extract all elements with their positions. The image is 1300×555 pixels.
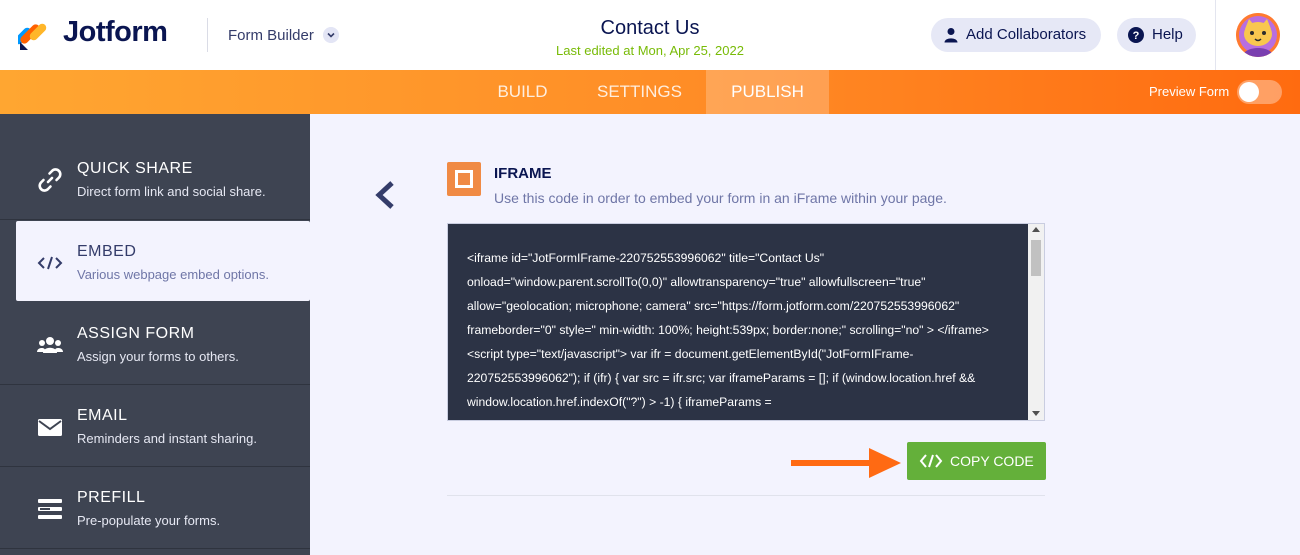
sidebar-item-subtitle: Reminders and instant sharing.	[77, 431, 257, 446]
jotform-logo-icon[interactable]	[18, 20, 50, 52]
chevron-down-icon[interactable]	[323, 27, 339, 43]
question-icon: ?	[1128, 27, 1144, 43]
pointer-arrow-icon	[791, 448, 901, 478]
tab-build[interactable]: BUILD	[472, 70, 573, 114]
users-icon	[37, 337, 63, 353]
add-collaborators-label: Add Collaborators	[966, 26, 1087, 43]
sidebar-item-title: EMAIL	[77, 407, 128, 424]
code-scrollbar[interactable]	[1028, 224, 1044, 420]
last-edited-text: Last edited at Mon, Apr 25, 2022	[556, 43, 744, 58]
form-title: Contact Us	[600, 17, 700, 39]
embed-code-text[interactable]: <iframe id="JotFormIFrame-22075255399606…	[467, 246, 1022, 420]
header-divider	[1215, 0, 1216, 70]
publish-sidebar: QUICK SHARE Direct form link and social …	[0, 114, 310, 555]
avatar[interactable]	[1236, 13, 1280, 57]
code-icon	[919, 454, 943, 468]
user-icon	[944, 28, 958, 43]
add-collaborators-button[interactable]: Add Collaborators	[931, 18, 1101, 52]
code-icon	[37, 256, 63, 270]
preview-form-label: Preview Form	[1149, 84, 1230, 99]
sidebar-item-title: PREFILL	[77, 489, 146, 506]
sidebar-item-subtitle: Assign your forms to others.	[77, 349, 239, 364]
scroll-down-arrow-icon[interactable]	[1032, 411, 1040, 416]
iframe-icon	[447, 162, 481, 196]
scroll-up-arrow-icon[interactable]	[1032, 227, 1040, 232]
sidebar-item-title: EMBED	[77, 243, 137, 260]
sidebar-item-title: QUICK SHARE	[77, 160, 193, 177]
list-icon	[38, 499, 62, 519]
chevron-left-icon[interactable]	[372, 180, 400, 210]
header-divider	[207, 18, 208, 52]
sidebar-item-email[interactable]: EMAIL Reminders and instant sharing.	[0, 385, 310, 467]
top-header: Jotform Form Builder Contact Us Last edi…	[0, 0, 1300, 70]
copy-code-button[interactable]: COPY CODE	[907, 442, 1046, 480]
form-builder-dropdown[interactable]: Form Builder	[228, 27, 314, 44]
link-icon	[38, 168, 62, 192]
logo-text[interactable]: Jotform	[63, 16, 168, 49]
tab-publish[interactable]: PUBLISH	[706, 70, 829, 114]
preview-form-toggle[interactable]	[1237, 80, 1282, 104]
copy-code-label: COPY CODE	[950, 453, 1034, 469]
sidebar-item-embed[interactable]: EMBED Various webpage embed options.	[16, 221, 310, 301]
sidebar-item-title: ASSIGN FORM	[77, 325, 195, 342]
embed-option-title: IFRAME	[494, 165, 552, 182]
sidebar-item-subtitle: Various webpage embed options.	[77, 267, 269, 282]
content-divider	[447, 495, 1045, 496]
embed-code-textarea[interactable]: <iframe id="JotFormIFrame-22075255399606…	[447, 223, 1045, 421]
iframe-icon-frame	[455, 170, 473, 188]
svg-text:?: ?	[1133, 30, 1140, 42]
builder-nav-bar: BUILD SETTINGS PUBLISH Preview Form	[0, 70, 1300, 114]
sidebar-item-quick-share[interactable]: QUICK SHARE Direct form link and social …	[0, 138, 310, 220]
help-label: Help	[1152, 26, 1183, 43]
sidebar-item-prefill[interactable]: PREFILL Pre-populate your forms.	[0, 467, 310, 549]
toggle-knob	[1239, 82, 1259, 102]
sidebar-item-assign-form[interactable]: ASSIGN FORM Assign your forms to others.	[0, 303, 310, 385]
scroll-thumb[interactable]	[1031, 240, 1041, 276]
sidebar-item-subtitle: Pre-populate your forms.	[77, 513, 221, 528]
help-button[interactable]: ? Help	[1117, 18, 1196, 52]
sidebar-item-subtitle: Direct form link and social share.	[77, 184, 266, 199]
embed-option-description: Use this code in order to embed your for…	[494, 190, 947, 206]
envelope-icon	[38, 419, 62, 436]
tab-settings[interactable]: SETTINGS	[573, 70, 706, 114]
